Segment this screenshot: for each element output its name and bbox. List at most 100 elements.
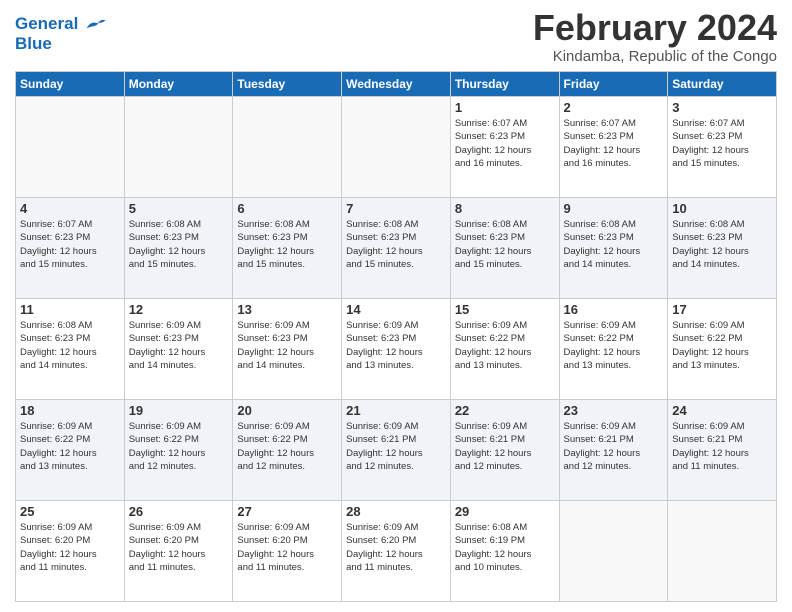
day-info: Sunrise: 6:09 AM Sunset: 6:20 PM Dayligh… [129,521,229,574]
calendar-day-cell: 4 Sunrise: 6:07 AM Sunset: 6:23 PM Daylig… [16,198,125,299]
calendar-header-friday: Friday [559,72,668,97]
calendar-day-cell: 11 Sunrise: 6:08 AM Sunset: 6:23 PM Dayli… [16,299,125,400]
calendar-day-cell: 6 Sunrise: 6:08 AM Sunset: 6:23 PM Daylig… [233,198,342,299]
day-number: 1 [455,100,555,115]
calendar-week-row: 25Sunrise: 6:09 AM Sunset: 6:20 PM Dayli… [16,501,777,602]
header: General Blue February 2024 Kindamba, Rep… [15,10,777,65]
calendar-day-cell: 24Sunrise: 6:09 AM Sunset: 6:21 PM Dayli… [668,400,777,501]
calendar-day-cell [16,97,125,198]
day-info: Sunrise: 6:09 AM Sunset: 6:22 PM Dayligh… [672,319,772,372]
calendar-day-cell: 20 Sunrise: 6:09 AM Sunset: 6:22 PM Dayli… [233,400,342,501]
calendar-day-cell: 7 Sunrise: 6:08 AM Sunset: 6:23 PM Daylig… [342,198,451,299]
calendar-table: SundayMondayTuesdayWednesdayThursdayFrid… [15,71,777,602]
calendar-day-cell: 19 Sunrise: 6:09 AM Sunset: 6:22 PM Dayli… [124,400,233,501]
calendar-day-cell: 5Sunrise: 6:08 AM Sunset: 6:23 PM Daylig… [124,198,233,299]
day-info: Sunrise: 6:08 AM Sunset: 6:23 PM Dayligh… [129,218,229,271]
title-section: February 2024 Kindamba, Republic of the … [533,10,777,65]
page: General Blue February 2024 Kindamba, Rep… [0,0,792,612]
day-number: 17 [672,302,772,317]
day-number: 20 [237,403,337,418]
calendar-header-row: SundayMondayTuesdayWednesdayThursdayFrid… [16,72,777,97]
calendar-header-wednesday: Wednesday [342,72,451,97]
day-number: 12 [129,302,229,317]
day-number: 27 [237,504,337,519]
logo-bird-icon [85,17,107,33]
day-number: 13 [237,302,337,317]
day-number: 11 [20,302,120,317]
day-info: Sunrise: 6:07 AM Sunset: 6:23 PM Dayligh… [564,117,664,170]
day-info: Sunrise: 6:08 AM Sunset: 6:23 PM Dayligh… [20,319,120,372]
calendar-day-cell [668,501,777,602]
day-info: Sunrise: 6:09 AM Sunset: 6:23 PM Dayligh… [346,319,446,372]
day-info: Sunrise: 6:09 AM Sunset: 6:22 PM Dayligh… [564,319,664,372]
calendar-week-row: 18 Sunrise: 6:09 AM Sunset: 6:22 PM Dayli… [16,400,777,501]
day-info: Sunrise: 6:09 AM Sunset: 6:22 PM Dayligh… [237,420,337,473]
day-number: 21 [346,403,446,418]
day-info: Sunrise: 6:09 AM Sunset: 6:22 PM Dayligh… [455,319,555,372]
calendar-day-cell: 18Sunrise: 6:09 AM Sunset: 6:22 PM Dayli… [16,400,125,501]
calendar-day-cell: 21 Sunrise: 6:09 AM Sunset: 6:21 PM Dayli… [342,400,451,501]
calendar-day-cell: 17 Sunrise: 6:09 AM Sunset: 6:22 PM Dayli… [668,299,777,400]
day-info: Sunrise: 6:07 AM Sunset: 6:23 PM Dayligh… [20,218,120,271]
day-info: Sunrise: 6:09 AM Sunset: 6:22 PM Dayligh… [129,420,229,473]
day-info: Sunrise: 6:09 AM Sunset: 6:23 PM Dayligh… [237,319,337,372]
calendar-day-cell: 16 Sunrise: 6:09 AM Sunset: 6:22 PM Dayli… [559,299,668,400]
day-info: Sunrise: 6:09 AM Sunset: 6:21 PM Dayligh… [346,420,446,473]
calendar-header-sunday: Sunday [16,72,125,97]
day-info: Sunrise: 6:08 AM Sunset: 6:23 PM Dayligh… [455,218,555,271]
day-info: Sunrise: 6:09 AM Sunset: 6:21 PM Dayligh… [455,420,555,473]
logo-text-general: General [15,14,78,33]
day-info: Sunrise: 6:08 AM Sunset: 6:23 PM Dayligh… [672,218,772,271]
calendar-day-cell: 22 Sunrise: 6:09 AM Sunset: 6:21 PM Dayli… [450,400,559,501]
calendar-header-tuesday: Tuesday [233,72,342,97]
day-info: Sunrise: 6:09 AM Sunset: 6:23 PM Dayligh… [129,319,229,372]
day-number: 29 [455,504,555,519]
logo: General Blue [15,14,107,53]
day-info: Sunrise: 6:09 AM Sunset: 6:20 PM Dayligh… [20,521,120,574]
day-info: Sunrise: 6:08 AM Sunset: 6:19 PM Dayligh… [455,521,555,574]
day-info: Sunrise: 6:08 AM Sunset: 6:23 PM Dayligh… [564,218,664,271]
day-number: 15 [455,302,555,317]
calendar-day-cell: 15 Sunrise: 6:09 AM Sunset: 6:22 PM Dayli… [450,299,559,400]
day-number: 23 [564,403,664,418]
day-number: 19 [129,403,229,418]
day-number: 28 [346,504,446,519]
calendar-day-cell: 28 Sunrise: 6:09 AM Sunset: 6:20 PM Dayli… [342,501,451,602]
calendar-day-cell [559,501,668,602]
day-info: Sunrise: 6:09 AM Sunset: 6:21 PM Dayligh… [672,420,772,473]
day-number: 18 [20,403,120,418]
month-year-title: February 2024 [533,10,777,46]
logo-text-blue: Blue [15,34,107,54]
calendar-day-cell: 9 Sunrise: 6:08 AM Sunset: 6:23 PM Daylig… [559,198,668,299]
day-number: 7 [346,201,446,216]
calendar: SundayMondayTuesdayWednesdayThursdayFrid… [15,71,777,602]
day-info: Sunrise: 6:08 AM Sunset: 6:23 PM Dayligh… [346,218,446,271]
calendar-day-cell: 23Sunrise: 6:09 AM Sunset: 6:21 PM Dayli… [559,400,668,501]
calendar-header-saturday: Saturday [668,72,777,97]
calendar-week-row: 11 Sunrise: 6:08 AM Sunset: 6:23 PM Dayli… [16,299,777,400]
day-number: 6 [237,201,337,216]
calendar-day-cell [124,97,233,198]
day-number: 10 [672,201,772,216]
calendar-day-cell [342,97,451,198]
day-number: 14 [346,302,446,317]
day-number: 22 [455,403,555,418]
day-number: 4 [20,201,120,216]
day-info: Sunrise: 6:07 AM Sunset: 6:23 PM Dayligh… [672,117,772,170]
calendar-day-cell: 26Sunrise: 6:09 AM Sunset: 6:20 PM Dayli… [124,501,233,602]
day-number: 9 [564,201,664,216]
calendar-day-cell: 29 Sunrise: 6:08 AM Sunset: 6:19 PM Dayli… [450,501,559,602]
day-info: Sunrise: 6:08 AM Sunset: 6:23 PM Dayligh… [237,218,337,271]
day-number: 2 [564,100,664,115]
day-info: Sunrise: 6:09 AM Sunset: 6:20 PM Dayligh… [346,521,446,574]
calendar-day-cell [233,97,342,198]
calendar-header-monday: Monday [124,72,233,97]
calendar-day-cell: 12 Sunrise: 6:09 AM Sunset: 6:23 PM Dayli… [124,299,233,400]
calendar-day-cell: 2 Sunrise: 6:07 AM Sunset: 6:23 PM Daylig… [559,97,668,198]
day-number: 8 [455,201,555,216]
day-number: 16 [564,302,664,317]
location-subtitle: Kindamba, Republic of the Congo [533,48,777,65]
calendar-day-cell: 3Sunrise: 6:07 AM Sunset: 6:23 PM Daylig… [668,97,777,198]
calendar-day-cell: 14 Sunrise: 6:09 AM Sunset: 6:23 PM Dayli… [342,299,451,400]
calendar-week-row: 4 Sunrise: 6:07 AM Sunset: 6:23 PM Daylig… [16,198,777,299]
